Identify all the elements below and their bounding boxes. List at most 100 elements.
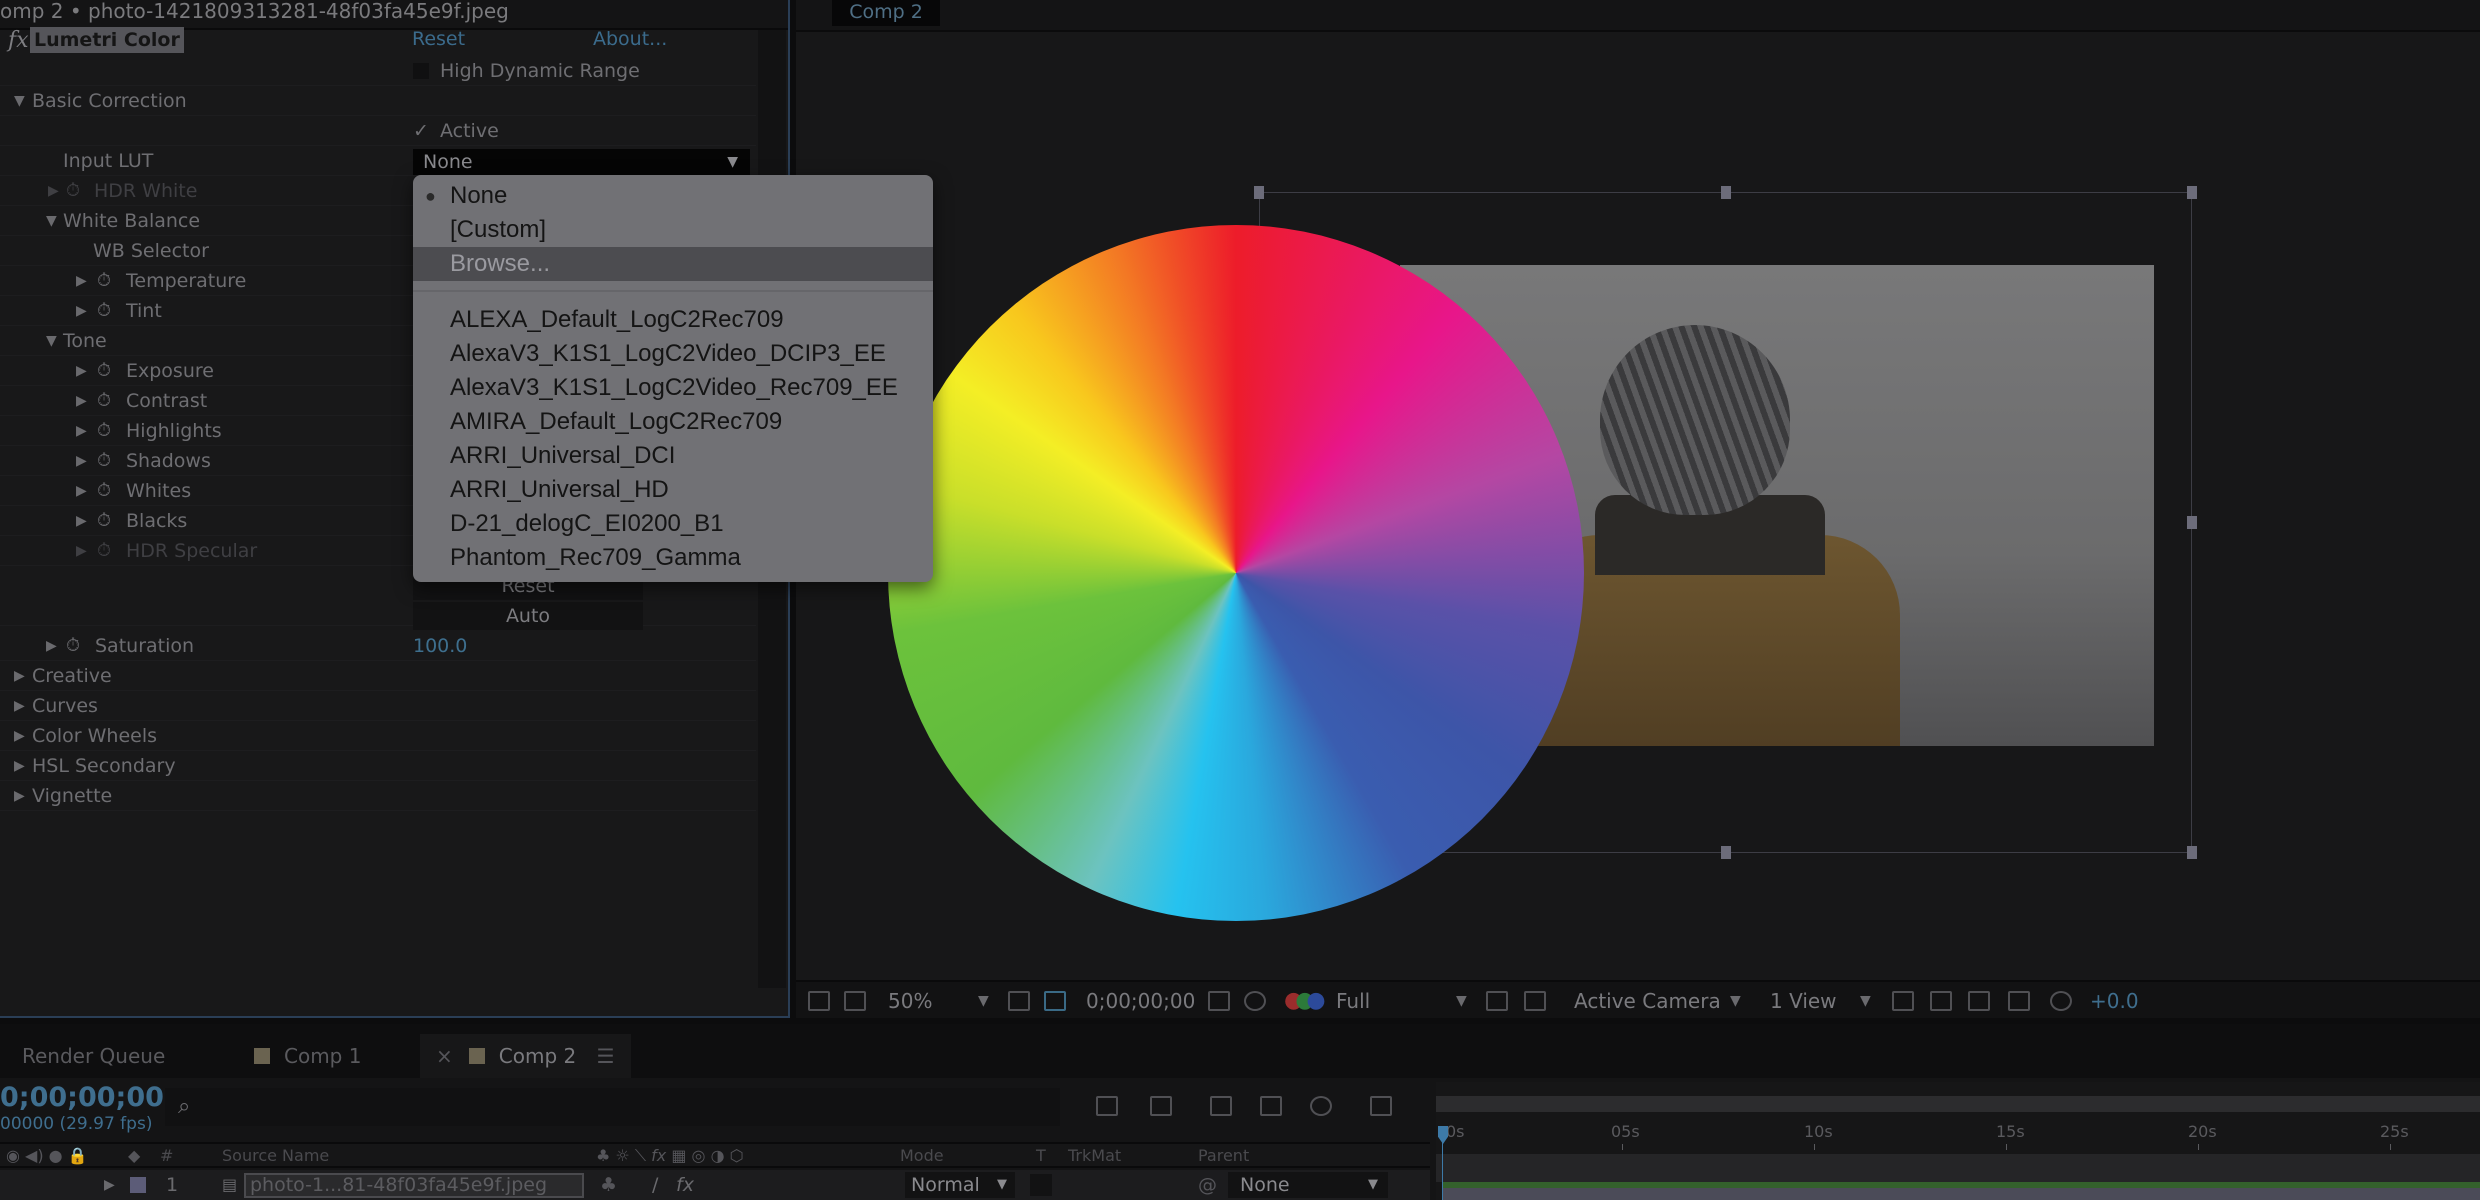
fx-icon[interactable]: fx xyxy=(8,28,29,53)
triangle-right-icon[interactable]: ▶ xyxy=(76,266,87,296)
timeline-timecode[interactable]: 0;00;00;00 xyxy=(0,1082,164,1113)
snapshot-camera-icon[interactable] xyxy=(1208,991,1230,1011)
frame-blending-icon[interactable] xyxy=(1260,1096,1282,1116)
column-trkmat[interactable]: TrkMat xyxy=(1068,1144,1121,1168)
triangle-right-icon[interactable]: ▶ xyxy=(14,751,25,781)
stopwatch-icon[interactable]: ⏱ xyxy=(97,536,111,566)
hide-shy-layers-icon[interactable] xyxy=(1210,1096,1232,1116)
always-preview-icon[interactable] xyxy=(808,991,830,1011)
show-snapshot-icon[interactable] xyxy=(1244,991,1266,1011)
transform-handle[interactable] xyxy=(2187,846,2197,859)
transform-handle[interactable] xyxy=(1721,186,1731,199)
toggle-pixel-aspect-icon[interactable] xyxy=(1892,991,1914,1011)
panel-menu-icon[interactable]: ☰ xyxy=(597,1044,615,1068)
stopwatch-icon[interactable]: ⏱ xyxy=(97,506,111,536)
viewer-tab-comp[interactable]: Comp 2 xyxy=(832,0,940,26)
work-area-bar[interactable] xyxy=(1436,1096,2480,1112)
view-layout-select[interactable]: 1 View xyxy=(1770,982,1837,1020)
stopwatch-icon[interactable]: ⏱ xyxy=(97,266,111,296)
section-color-wheels[interactable]: ▶ Color Wheels xyxy=(0,721,756,751)
transform-handle[interactable] xyxy=(1721,846,1731,859)
transform-handle[interactable] xyxy=(2187,516,2197,529)
stopwatch-icon[interactable]: ⏱ xyxy=(97,446,111,476)
flowchart-icon[interactable] xyxy=(2008,991,2030,1011)
tab-comp-2[interactable]: × Comp 2 ☰ xyxy=(420,1034,631,1078)
playhead-handle[interactable] xyxy=(1438,1126,1448,1144)
column-mode[interactable]: Mode xyxy=(900,1144,944,1168)
chevron-down-icon[interactable]: ▼ xyxy=(1456,982,1467,1020)
transform-handle[interactable] xyxy=(1254,186,1264,199)
region-of-interest-icon[interactable] xyxy=(1486,991,1508,1011)
effects-switch-icon[interactable]: fx xyxy=(676,1170,694,1200)
camera-select[interactable]: Active Camera xyxy=(1574,982,1721,1020)
effect-about-link[interactable]: About... xyxy=(593,28,667,50)
triangle-down-icon[interactable]: ▼ xyxy=(14,86,25,116)
exposure-value[interactable]: +0.0 xyxy=(2090,982,2139,1020)
quality-switch-icon[interactable]: / xyxy=(652,1170,658,1200)
section-vignette[interactable]: ▶ Vignette xyxy=(0,781,756,811)
viewer-timecode[interactable]: 0;00;00;00 xyxy=(1086,982,1195,1020)
draft-3d-icon[interactable] xyxy=(1150,1096,1172,1116)
triangle-right-icon[interactable]: ▶ xyxy=(14,661,25,691)
graph-editor-icon[interactable] xyxy=(1370,1096,1392,1116)
input-lut-select[interactable]: None ▼ xyxy=(413,149,750,175)
zoom-select[interactable]: 50% xyxy=(888,982,932,1020)
chevron-down-icon[interactable]: ▼ xyxy=(978,982,989,1020)
stopwatch-icon[interactable]: ⏱ xyxy=(97,356,111,386)
time-ruler[interactable]: 0s 05s 10s 15s 20s 25s xyxy=(1436,1082,2480,1200)
close-icon[interactable]: × xyxy=(436,1044,453,1068)
title-action-safe-icon[interactable] xyxy=(1008,991,1030,1011)
tab-render-queue[interactable]: Render Queue xyxy=(22,1034,165,1078)
layer-mode-select[interactable]: Normal ▼ xyxy=(905,1172,1015,1198)
fast-previews-icon[interactable] xyxy=(1930,991,1952,1011)
section-hsl-secondary[interactable]: ▶ HSL Secondary xyxy=(0,751,756,781)
stopwatch-icon[interactable]: ⏱ xyxy=(66,631,80,661)
menu-item-lut[interactable]: ALEXA_Default_LogC2Rec709 xyxy=(413,303,933,337)
search-icon[interactable]: ⌕ xyxy=(178,1094,190,1119)
shy-switch-icon[interactable]: ♣ xyxy=(600,1170,617,1200)
column-source-name[interactable]: Source Name xyxy=(222,1144,329,1168)
menu-item-lut[interactable]: ARRI_Universal_HD xyxy=(413,473,933,507)
menu-item-browse[interactable]: Browse... xyxy=(413,247,933,281)
triangle-right-icon[interactable]: ▶ xyxy=(76,416,87,446)
mask-path-icon[interactable] xyxy=(1044,991,1066,1011)
parent-pickwhip-icon[interactable]: @ xyxy=(1198,1170,1217,1200)
layer-row[interactable]: ▶ 1 ▤ photo-1...81-48f03fa45e9f.jpeg ♣ /… xyxy=(0,1170,1430,1200)
active-checkbox[interactable]: ✓ xyxy=(413,116,429,146)
menu-item-none[interactable]: ● None xyxy=(413,179,933,213)
layer-duration-bar[interactable] xyxy=(1442,1188,2480,1200)
triangle-down-icon[interactable]: ▼ xyxy=(46,206,57,236)
triangle-right-icon[interactable]: ▶ xyxy=(104,1170,115,1200)
layer-parent-select[interactable]: None ▼ xyxy=(1228,1172,1388,1198)
chevron-down-icon[interactable]: ▼ xyxy=(1730,982,1741,1020)
stopwatch-icon[interactable]: ⏱ xyxy=(66,176,80,206)
effect-name[interactable]: Lumetri Color xyxy=(30,27,184,53)
transparency-grid-icon[interactable] xyxy=(1524,991,1546,1011)
stopwatch-icon[interactable]: ⏱ xyxy=(97,296,111,326)
triangle-right-icon[interactable]: ▶ xyxy=(76,446,87,476)
section-creative[interactable]: ▶ Creative xyxy=(0,661,756,691)
triangle-right-icon[interactable]: ▶ xyxy=(46,631,57,661)
triangle-right-icon[interactable]: ▶ xyxy=(48,176,59,206)
stopwatch-icon[interactable]: ⏱ xyxy=(97,476,111,506)
triangle-right-icon[interactable]: ▶ xyxy=(14,691,25,721)
layer-label-color[interactable] xyxy=(130,1177,146,1193)
triangle-right-icon[interactable]: ▶ xyxy=(14,721,25,751)
hdr-checkbox[interactable] xyxy=(413,63,429,79)
saturation-value[interactable]: 100.0 xyxy=(413,631,467,661)
section-curves[interactable]: ▶ Curves xyxy=(0,691,756,721)
triangle-right-icon[interactable]: ▶ xyxy=(76,506,87,536)
rgb-channels-icon[interactable]: ●●● xyxy=(1284,982,1326,1020)
triangle-right-icon[interactable]: ▶ xyxy=(14,781,25,811)
timeline-icon[interactable] xyxy=(1968,991,1990,1011)
menu-item-lut[interactable]: AlexaV3_K1S1_LogC2Video_DCIP3_EE xyxy=(413,337,933,371)
menu-item-lut[interactable]: D-21_delogC_EI0200_B1 xyxy=(413,507,933,541)
stopwatch-icon[interactable]: ⏱ xyxy=(97,386,111,416)
menu-item-lut[interactable]: AlexaV3_K1S1_LogC2Video_Rec709_EE xyxy=(413,371,933,405)
triangle-down-icon[interactable]: ▼ xyxy=(46,326,57,356)
layer-search-input[interactable] xyxy=(165,1088,1060,1126)
menu-item-lut[interactable]: AMIRA_Default_LogC2Rec709 xyxy=(413,405,933,439)
transform-handle[interactable] xyxy=(2187,186,2197,199)
section-basic-correction[interactable]: ▼ Basic Correction xyxy=(0,86,756,116)
comp-mini-flowchart-icon[interactable] xyxy=(1096,1096,1118,1116)
